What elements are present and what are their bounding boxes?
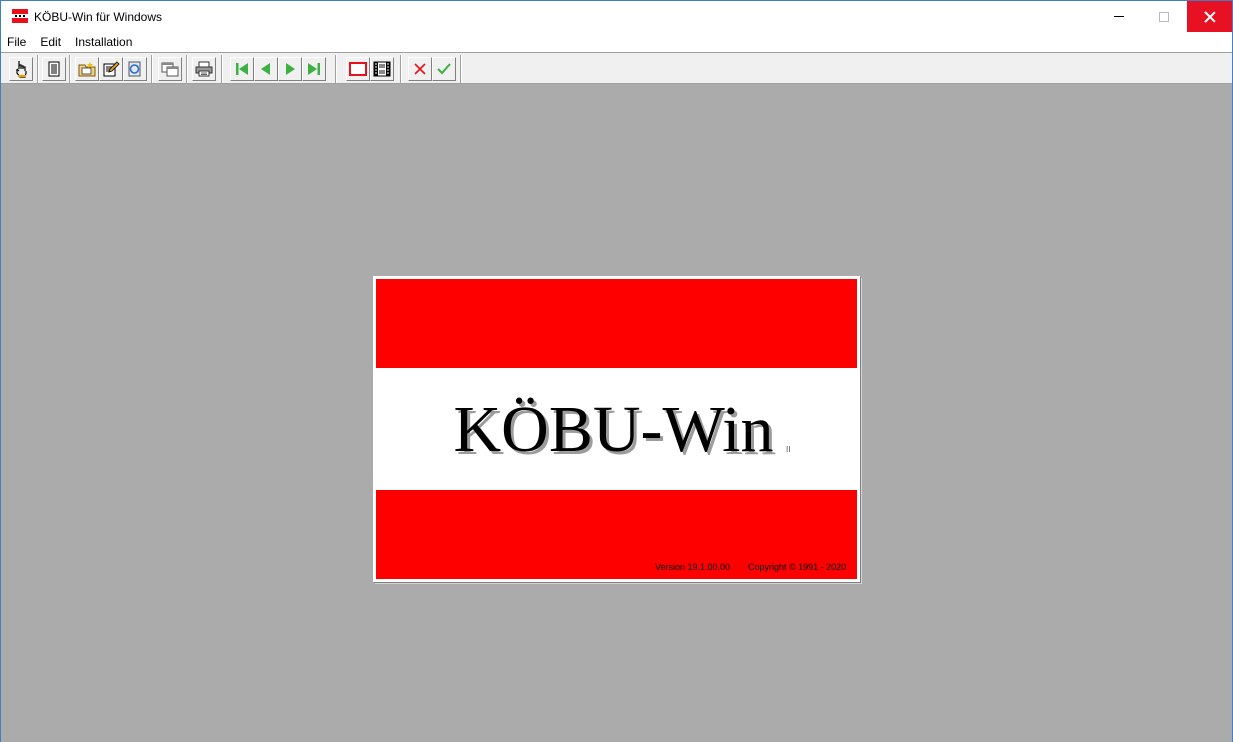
- folder-star-icon: [78, 62, 96, 77]
- workspace: KÖBU-Win II Version 19.1.00.00 Copyright…: [1, 84, 1232, 742]
- print-button[interactable]: [192, 57, 216, 81]
- splash-trademark: II: [786, 445, 791, 454]
- menu-edit[interactable]: Edit: [33, 32, 68, 52]
- cancel-button[interactable]: [408, 57, 432, 81]
- last-record-button[interactable]: [302, 57, 326, 81]
- minimize-icon: [1113, 16, 1124, 17]
- close-icon: [1204, 11, 1216, 23]
- window-frame-button[interactable]: [346, 57, 370, 81]
- title-bar[interactable]: KÖBU-Win für Windows: [1, 1, 1232, 32]
- menu-file[interactable]: File: [1, 32, 33, 52]
- printer-icon: [195, 61, 213, 77]
- first-record-icon: [236, 63, 248, 75]
- copyright-label: Copyright © 1991 - 2020: [748, 562, 847, 572]
- next-record-button[interactable]: [278, 57, 302, 81]
- confirm-check-icon: [437, 63, 451, 75]
- hand-pointer-button[interactable]: [9, 57, 33, 81]
- window-frame-icon: [349, 62, 367, 76]
- splash-screen: KÖBU-Win II Version 19.1.00.00 Copyright…: [373, 276, 860, 582]
- previous-record-icon: [261, 63, 270, 75]
- recycle-document-icon: [128, 61, 141, 77]
- splash-logo-text: KÖBU-Win: [453, 393, 774, 466]
- folder-star-button[interactable]: [75, 57, 99, 81]
- first-record-button[interactable]: [230, 57, 254, 81]
- document-list-button[interactable]: [42, 57, 66, 81]
- copy-windows-button[interactable]: [158, 57, 182, 81]
- flag-stripe-middle: KÖBU-Win II: [376, 368, 857, 490]
- film-strip-button[interactable]: [370, 57, 394, 81]
- maximize-button[interactable]: [1141, 1, 1186, 32]
- app-flag-icon[interactable]: [12, 9, 28, 23]
- edit-document-icon: [103, 61, 120, 77]
- close-button[interactable]: [1187, 1, 1232, 32]
- edit-document-button[interactable]: [99, 57, 123, 81]
- flag-stripe-top: [376, 279, 857, 368]
- recycle-document-button[interactable]: [123, 57, 147, 81]
- toolbar: [1, 52, 1232, 84]
- window-title: KÖBU-Win für Windows: [34, 10, 163, 24]
- confirm-button[interactable]: [432, 57, 456, 81]
- cancel-x-icon: [414, 63, 426, 75]
- last-record-icon: [308, 63, 320, 75]
- document-list-icon: [48, 61, 60, 77]
- version-label: Version 19.1.00.00: [655, 562, 731, 572]
- next-record-icon: [286, 63, 295, 75]
- menu-installation[interactable]: Installation: [68, 32, 139, 52]
- copy-windows-icon: [161, 62, 179, 77]
- hand-pointer-icon: [16, 61, 27, 78]
- previous-record-button[interactable]: [254, 57, 278, 81]
- minimize-button[interactable]: [1096, 1, 1141, 32]
- menu-bar: File Edit Installation: [1, 32, 1232, 52]
- film-strip-icon: [373, 61, 391, 77]
- maximize-icon: [1158, 11, 1169, 22]
- main-window: KÖBU-Win für Windows File Edit Installat…: [0, 0, 1233, 742]
